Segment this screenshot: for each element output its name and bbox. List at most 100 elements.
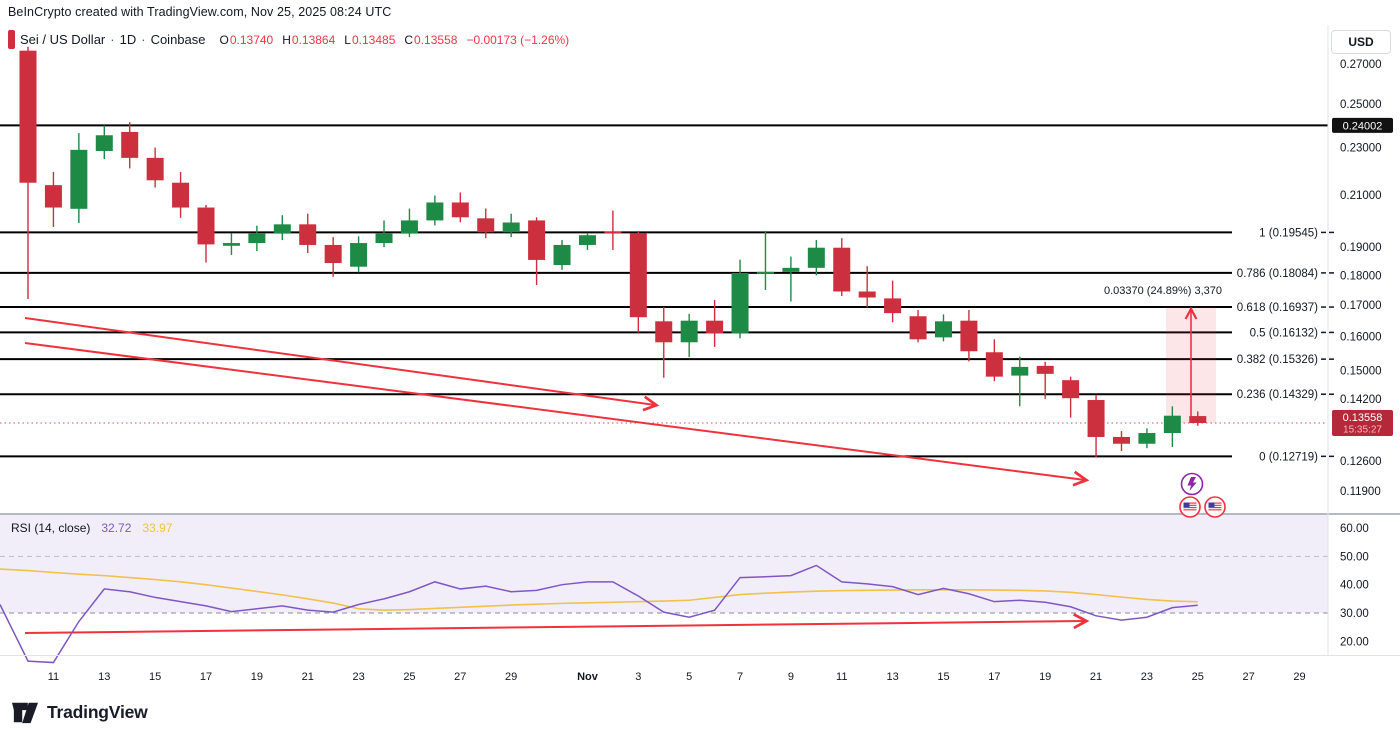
time-tick-label: Nov	[577, 671, 599, 683]
time-tick-label: 23	[1141, 671, 1153, 683]
candle-body	[732, 273, 749, 333]
legend-separator: ·	[110, 32, 114, 47]
candle-body	[503, 223, 520, 233]
candle-body	[248, 234, 265, 243]
fib-level-label: 0.5 (0.16132)	[1250, 327, 1319, 339]
fib-level-label: 0.618 (0.16937)	[1237, 302, 1318, 314]
symbol-legend[interactable]: Sei / US Dollar · 1D · Coinbase O0.13740…	[8, 30, 569, 49]
rsi-current-value: 32.72	[101, 521, 131, 535]
candle-body	[579, 235, 596, 245]
rsi-tick-label: 30.00	[1340, 608, 1369, 620]
candle-body	[452, 202, 469, 217]
time-tick-label: 15	[937, 671, 949, 683]
price-tick-label: 0.23000	[1340, 143, 1382, 155]
candle-body	[1011, 367, 1028, 376]
price-tick-label: 0.12600	[1340, 456, 1382, 468]
time-scale[interactable]: 11131517192123252729Nov35791113151719212…	[48, 671, 1306, 683]
open-value: 0.13740	[230, 33, 273, 47]
lightning-event-icon[interactable]	[1182, 474, 1203, 495]
rsi-tick-label: 60.00	[1340, 523, 1369, 535]
time-tick-label: 17	[200, 671, 212, 683]
fib-level-label: 0.236 (0.14329)	[1237, 389, 1318, 401]
candle-body	[1164, 416, 1181, 433]
price-tick-label: 0.27000	[1340, 59, 1382, 71]
price-tick-label: 0.15000	[1340, 365, 1382, 377]
time-tick-label: 23	[352, 671, 364, 683]
time-tick-label: 29	[505, 671, 517, 683]
time-tick-label: 3	[635, 671, 641, 683]
candle-body	[604, 231, 621, 233]
tradingview-logo-text: TradingView	[47, 702, 148, 723]
candle-body	[910, 316, 927, 339]
tradingview-logo[interactable]: TradingView	[10, 699, 148, 725]
interval-label: 1D	[120, 32, 137, 47]
candle-body	[706, 321, 723, 334]
candlestick-series	[20, 47, 1207, 457]
time-tick-label: 9	[788, 671, 794, 683]
price-tick-label: 0.18000	[1340, 270, 1382, 282]
time-tick-label: 27	[1243, 671, 1255, 683]
legend-separator: ·	[141, 32, 145, 47]
open-label: O	[220, 33, 229, 47]
price-tick-label: 0.19000	[1340, 242, 1382, 254]
candle-body	[757, 272, 774, 274]
rsi-tick-label: 50.00	[1340, 551, 1369, 563]
fib-level-label: 0.786 (0.18084)	[1237, 268, 1318, 280]
candle-body	[1037, 366, 1054, 374]
us-flag-event-icon[interactable]	[1205, 497, 1225, 517]
symbol-logo	[8, 30, 15, 49]
high-label: H	[282, 33, 291, 47]
candle-body	[528, 220, 545, 260]
hline-price-badge-text: 0.24002	[1343, 120, 1383, 132]
time-tick-label: 21	[1090, 671, 1102, 683]
candle-body	[45, 185, 62, 207]
time-tick-label: 21	[302, 671, 314, 683]
close-value: 0.13558	[414, 33, 457, 47]
time-tick-label: 27	[454, 671, 466, 683]
currency-toggle-button[interactable]: USD	[1331, 30, 1391, 54]
trend-arrow[interactable]	[25, 343, 1085, 480]
fib-level-label: 0.382 (0.15326)	[1237, 354, 1318, 366]
close-label: C	[404, 33, 413, 47]
candle-body	[1113, 437, 1130, 444]
attribution-text: BeInCrypto created with TradingView.com,…	[8, 5, 391, 19]
candle-body	[96, 135, 113, 151]
time-tick-label: 13	[886, 671, 898, 683]
candle-body	[1138, 433, 1155, 444]
candle-body	[172, 183, 189, 208]
price-tick-label: 0.11900	[1340, 486, 1381, 498]
high-value: 0.13864	[292, 33, 335, 47]
candle-body	[477, 218, 494, 232]
chart-canvas[interactable]: 1 (0.19545) 0.786 (0.18084) 0.618 (0.16937…	[0, 0, 1400, 741]
tradingview-logo-icon	[10, 699, 40, 725]
candle-body	[350, 243, 367, 267]
measure-label: 0.03370 (24.89%) 3,370	[1104, 285, 1222, 297]
countdown-text: 15:35:27	[1343, 425, 1382, 436]
rsi-legend[interactable]: RSI (14, close) 32.72 33.97	[11, 521, 172, 535]
trend-arrow[interactable]	[25, 621, 1085, 633]
price-tick-label: 0.17000	[1340, 300, 1382, 312]
candle-body	[325, 245, 342, 263]
symbol-title: Sei / US Dollar	[20, 32, 105, 47]
exchange-label: Coinbase	[151, 32, 206, 47]
time-tick-label: 17	[988, 671, 1000, 683]
fib-level-label: 0 (0.12719)	[1259, 451, 1318, 463]
candle-body	[681, 321, 698, 343]
candle-body	[630, 233, 647, 317]
trend-arrow[interactable]	[25, 318, 655, 405]
us-flag-event-icon[interactable]	[1180, 497, 1200, 517]
time-tick-label: 5	[686, 671, 692, 683]
fib-level-label: 1 (0.19545)	[1259, 227, 1318, 239]
ohlc-values: O0.13740 H0.13864 L0.13485 C0.13558	[220, 33, 458, 47]
rsi-tick-label: 40.00	[1340, 580, 1369, 592]
candle-body	[554, 245, 571, 265]
candle-body	[1088, 400, 1105, 437]
time-tick-label: 13	[98, 671, 110, 683]
candle-body	[147, 158, 164, 180]
low-value: 0.13485	[352, 33, 395, 47]
candle-body	[223, 243, 240, 246]
time-tick-label: 15	[149, 671, 161, 683]
candle-body	[70, 150, 87, 209]
time-tick-label: 11	[836, 671, 847, 683]
price-scale[interactable]: 0.270000.250000.230000.210000.190000.180…	[1340, 59, 1382, 648]
